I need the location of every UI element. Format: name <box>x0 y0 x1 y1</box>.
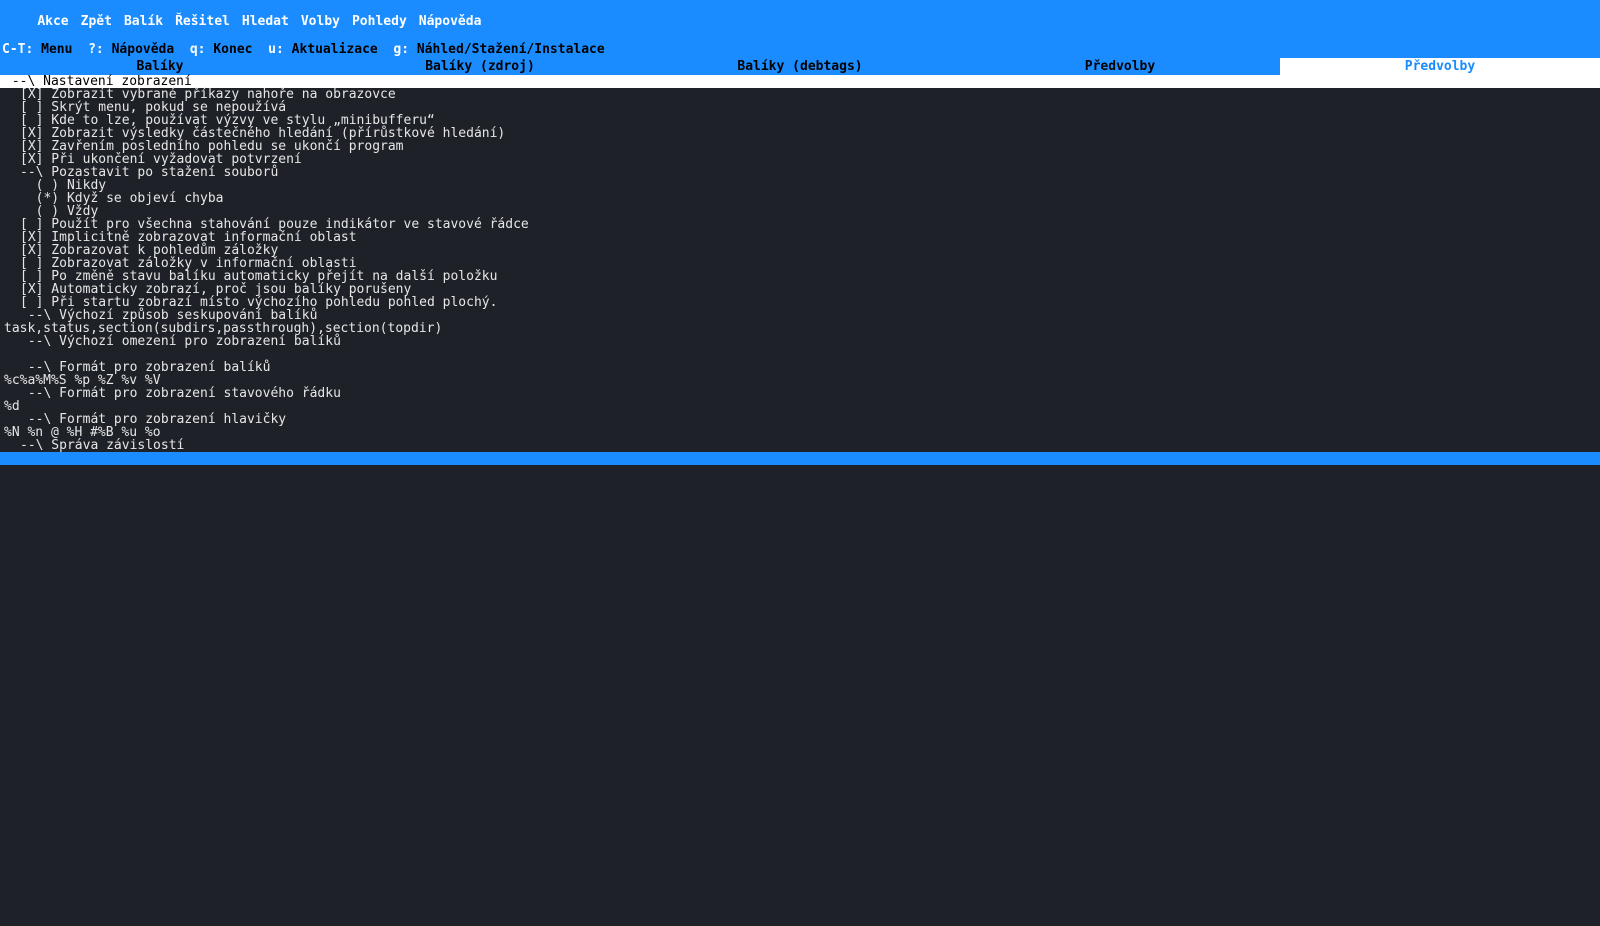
shortcut-key: q: <box>190 42 206 57</box>
pref-line-27[interactable]: --\ Správa závislostí <box>0 439 1600 452</box>
tab-bar[interactable]: BalíkyBalíky (zdroj)Balíky (debtags)Před… <box>0 58 1600 75</box>
shortcut-key: u: <box>268 42 284 57</box>
shortcut-key: ?: <box>88 42 104 57</box>
tab-0[interactable]: Balíky <box>0 58 320 75</box>
menu-bar[interactable]: Akce Zpět Balík Řešitel Hledat Volby Pohledy Ná… <box>0 0 1600 43</box>
tab-1[interactable]: Balíky (zdroj) <box>320 58 640 75</box>
pref-line-19[interactable]: --\ Výchozí omezení pro zobrazení balíků <box>0 335 1600 348</box>
pref-line-23[interactable]: --\ Formát pro zobrazení stavového řádku <box>0 387 1600 400</box>
menu-volby[interactable]: Volby <box>301 14 340 29</box>
shortcut-key: C-T: <box>2 42 33 57</box>
lower-pane <box>0 465 1600 926</box>
pref-line-6[interactable]: --\ Pozastavit po stažení souborů <box>0 166 1600 179</box>
menu-napoveda[interactable]: Nápověda <box>419 14 482 29</box>
menu-akce[interactable]: Akce <box>37 14 68 29</box>
tab-4[interactable]: Předvolby <box>1280 58 1600 75</box>
menu-resitel[interactable]: Řešitel <box>175 14 230 29</box>
tab-3[interactable]: Předvolby <box>960 58 1280 75</box>
menu-hledat[interactable]: Hledat <box>242 14 289 29</box>
menu-pohledy[interactable]: Pohledy <box>352 14 407 29</box>
pref-line-7[interactable]: ( ) Nikdy <box>0 179 1600 192</box>
menu-zpet[interactable]: Zpět <box>81 14 112 29</box>
pref-line-25[interactable]: --\ Formát pro zobrazení hlavičky <box>0 413 1600 426</box>
status-separator <box>0 452 1600 465</box>
preferences-content[interactable]: [X] Zobrazit vybrané příkazy nahoře na o… <box>0 88 1600 452</box>
menu-balik[interactable]: Balík <box>124 14 163 29</box>
pref-line-8[interactable]: (*) Když se objeví chyba <box>0 192 1600 205</box>
shortcut-key: g: <box>393 42 409 57</box>
tab-2[interactable]: Balíky (debtags) <box>640 58 960 75</box>
pref-line-21[interactable]: --\ Formát pro zobrazení balíků <box>0 361 1600 374</box>
pref-line-26[interactable]: %N %n @ %H #%B %u %o <box>0 426 1600 439</box>
shortcut-bar: C-T: Menu ?: Nápověda q: Konec u: Aktual… <box>0 43 1600 58</box>
